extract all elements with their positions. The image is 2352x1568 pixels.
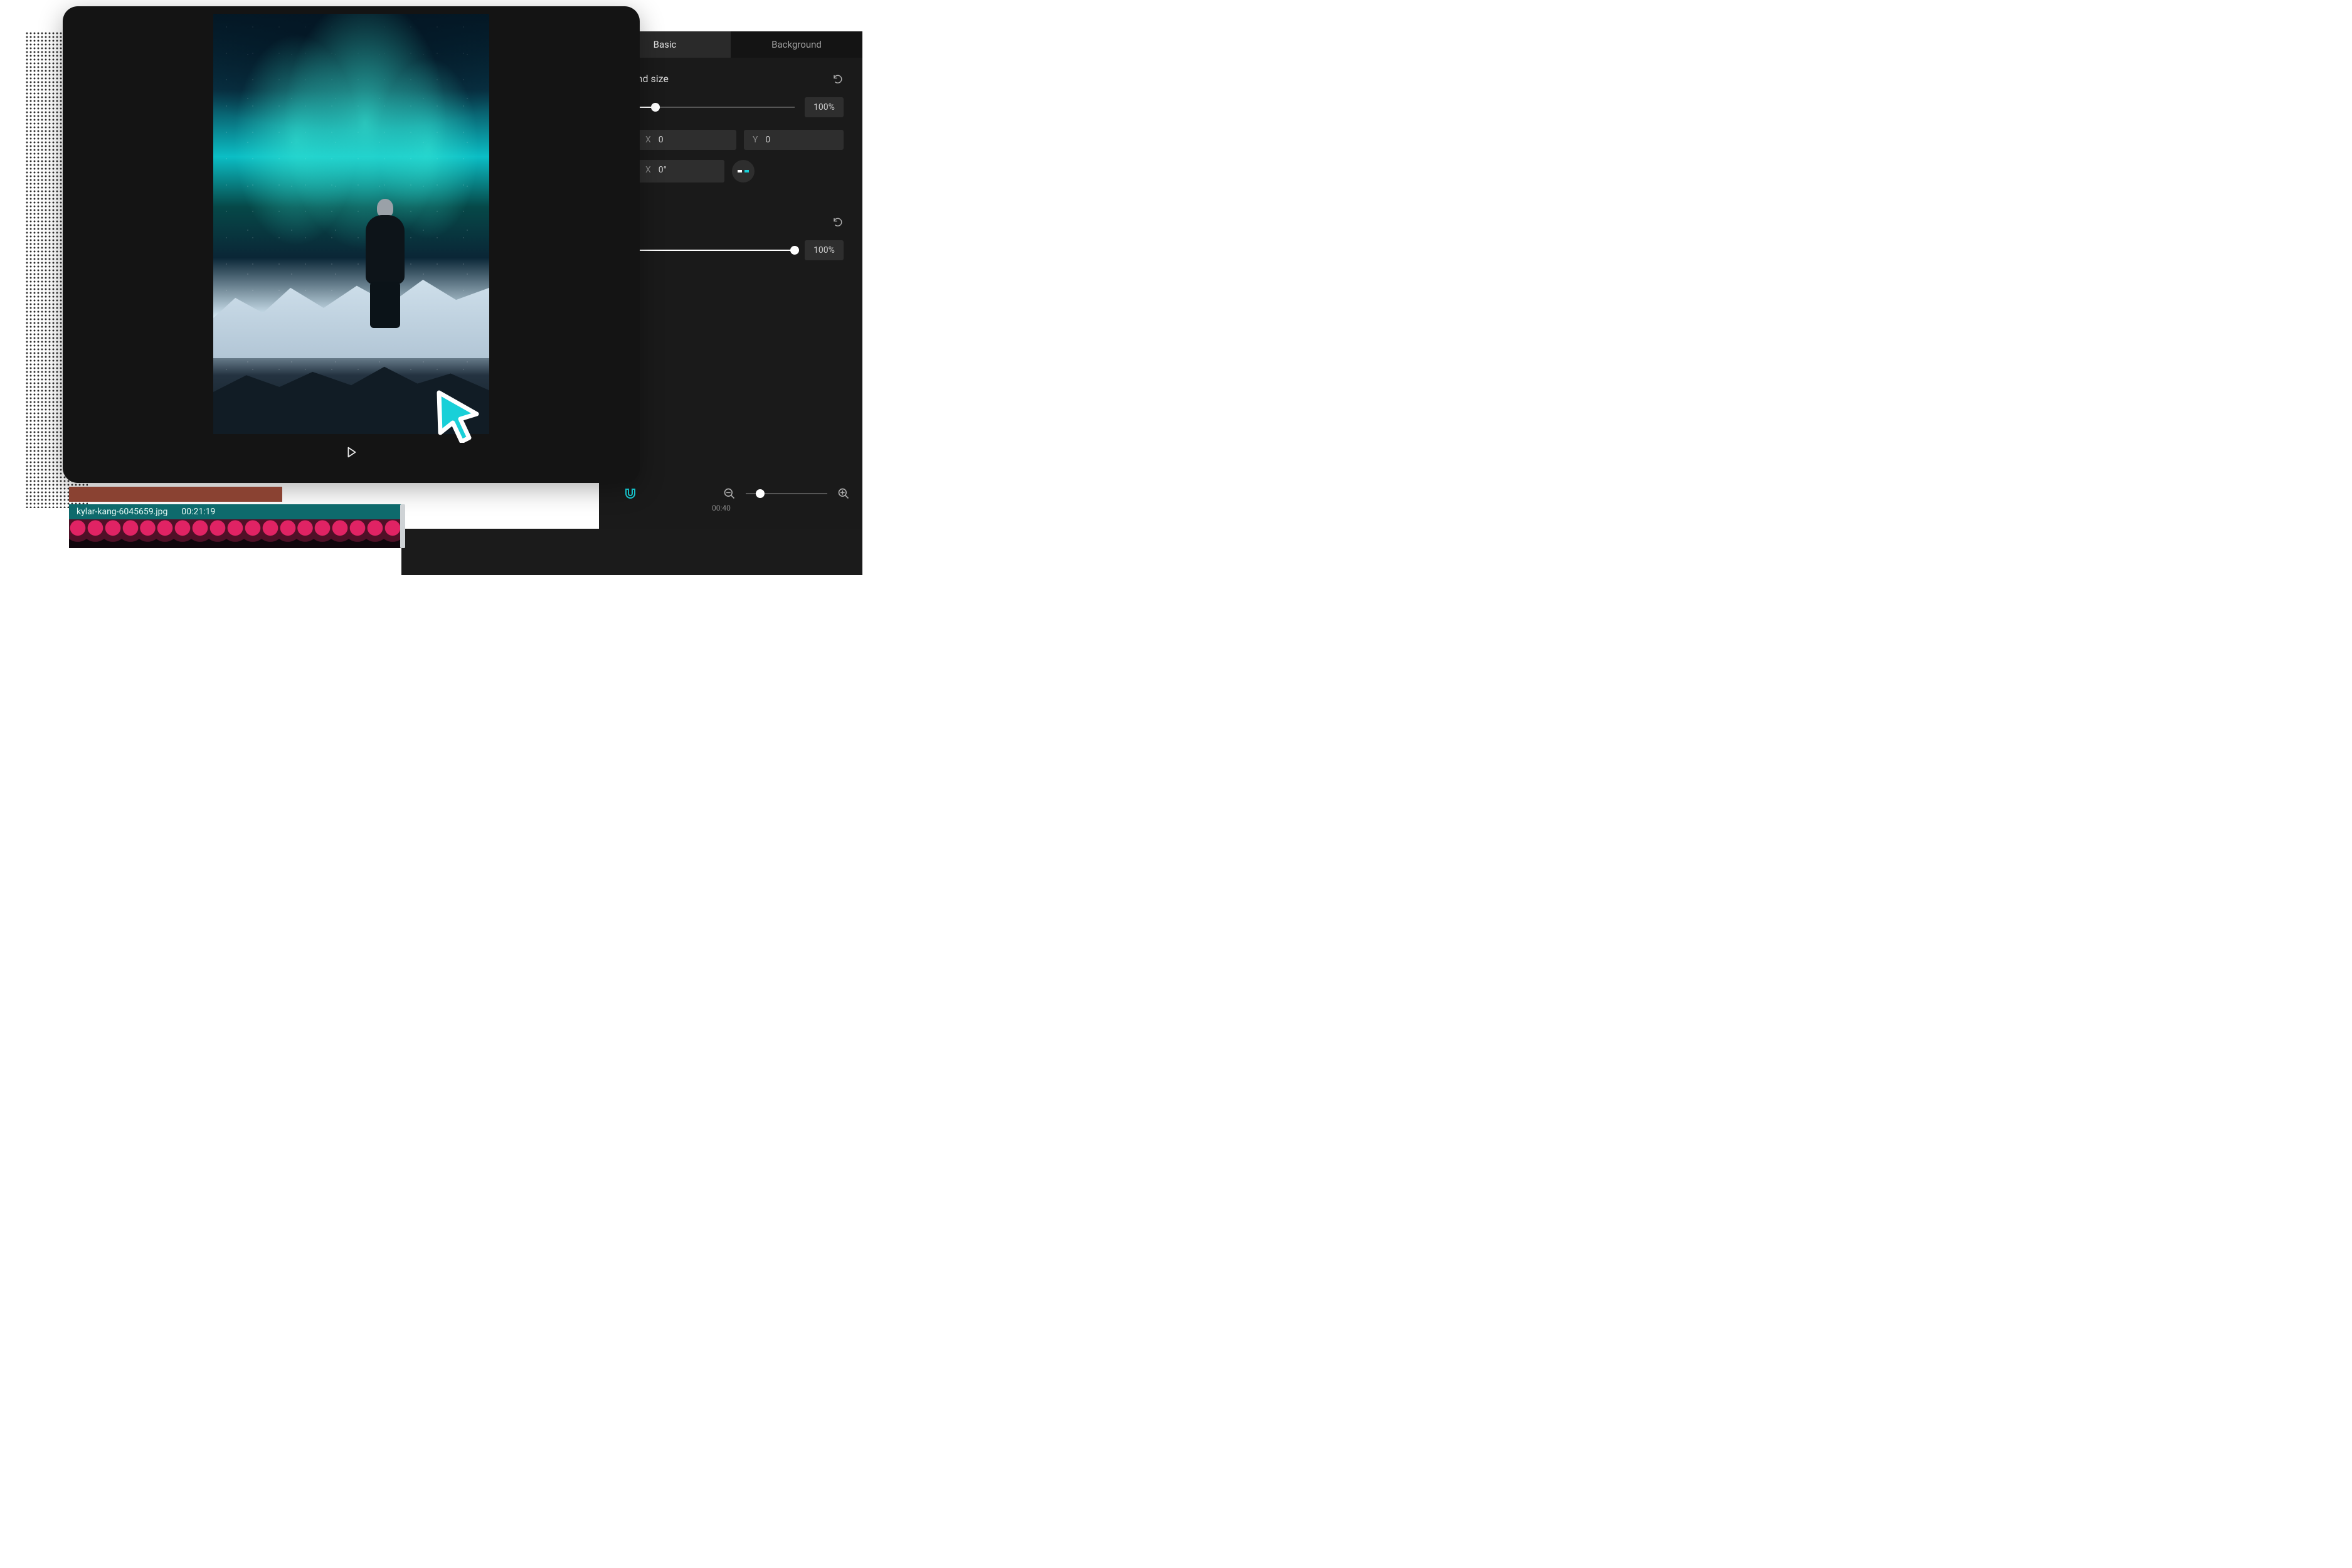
position-x-label: X: [645, 135, 651, 145]
timeline-zoom-controls: [599, 487, 850, 500]
timeline-clip[interactable]: kylar-kang-6045659.jpg 00:21:19: [69, 504, 401, 548]
mirror-icon: [738, 168, 749, 174]
rotation-value: 0°: [659, 165, 667, 177]
clip-duration: 00:21:19: [181, 507, 215, 517]
clip-trim-handle[interactable]: [400, 504, 405, 548]
timeline-track-area[interactable]: [401, 529, 862, 575]
reset-position-size-button[interactable]: [832, 73, 844, 85]
timeline-clip-header: kylar-kang-6045659.jpg 00:21:19: [69, 504, 401, 519]
opacity-slider-fill: [637, 250, 795, 251]
preview-canvas[interactable]: [213, 14, 489, 434]
position-y-input[interactable]: Y 0: [744, 130, 844, 150]
position-x-input[interactable]: X 0: [637, 130, 736, 150]
cursor-pointer-graphic: [433, 388, 483, 443]
zoom-slider[interactable]: [746, 493, 827, 494]
opacity-slider-thumb[interactable]: [790, 246, 799, 255]
opacity-slider[interactable]: [637, 250, 795, 251]
scale-value[interactable]: 100%: [805, 97, 844, 117]
clip-thumbnails: [69, 519, 401, 548]
timeline-effect-track[interactable]: [69, 487, 282, 502]
play-button[interactable]: [344, 445, 358, 459]
timeline-ruler[interactable]: 00:40: [599, 504, 862, 519]
position-y-value: 0: [765, 135, 770, 145]
ruler-tick-label: 00:40: [712, 504, 731, 519]
magnet-icon[interactable]: [624, 487, 637, 500]
zoom-in-button[interactable]: [837, 487, 850, 500]
preview-image-aurora: [213, 14, 489, 434]
scale-slider-thumb[interactable]: [651, 103, 660, 112]
zoom-slider-thumb[interactable]: [756, 489, 765, 498]
tab-background[interactable]: Background: [731, 31, 862, 58]
clip-filename: kylar-kang-6045659.jpg: [77, 507, 167, 517]
preview-window: [63, 6, 640, 483]
undo-icon: [832, 73, 844, 85]
preview-image-person: [363, 199, 408, 331]
zoom-out-button[interactable]: [723, 487, 736, 500]
play-icon: [344, 445, 358, 459]
mirror-horizontal-button[interactable]: [732, 160, 755, 183]
position-x-value: 0: [659, 135, 664, 145]
undo-icon: [832, 216, 844, 228]
scale-slider[interactable]: [637, 107, 795, 108]
rotation-input[interactable]: X 0°: [637, 160, 724, 183]
reset-opacity-button[interactable]: [832, 216, 844, 228]
cursor-icon: [433, 388, 483, 443]
opacity-value[interactable]: 100%: [805, 240, 844, 260]
position-y-label: Y: [753, 135, 758, 145]
rotation-label: X: [645, 165, 651, 177]
